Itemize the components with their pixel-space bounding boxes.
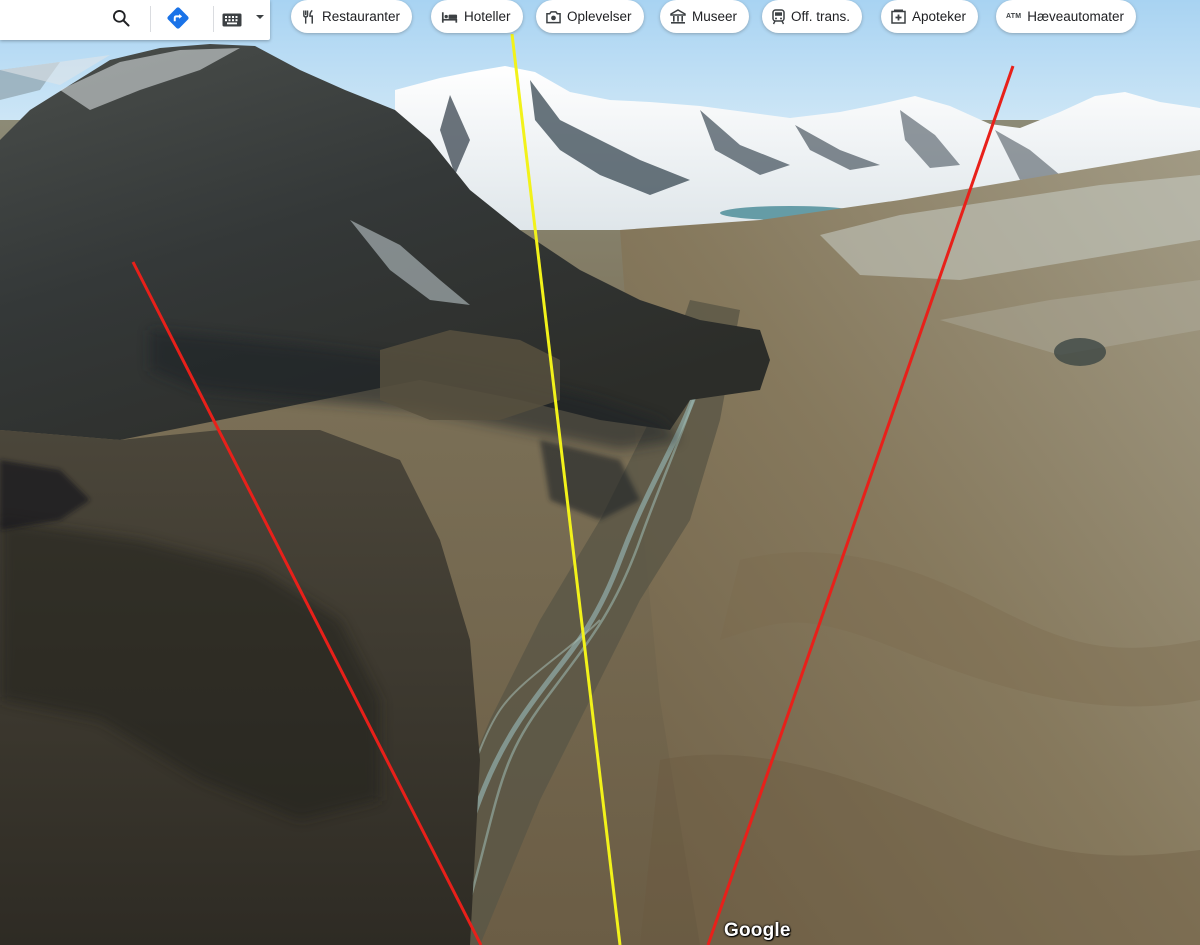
chip-label: Apoteker	[912, 9, 967, 24]
search-button[interactable]	[100, 0, 142, 36]
keyboard-dropdown-button[interactable]	[250, 0, 270, 34]
camera-icon	[546, 10, 561, 23]
chip-transit[interactable]: Off. trans.	[762, 0, 863, 33]
hotel-icon	[441, 11, 458, 23]
chip-label: Off. trans.	[791, 9, 851, 24]
chip-label: Oplevelser	[567, 9, 632, 24]
search-icon	[113, 10, 130, 27]
chip-label: Restauranter	[322, 9, 401, 24]
keyboard-button[interactable]	[215, 0, 249, 40]
toolbar-divider	[213, 6, 214, 32]
search-toolbar	[0, 0, 270, 40]
caret-down-icon	[256, 15, 264, 19]
museum-icon	[670, 9, 686, 24]
directions-button[interactable]	[158, 0, 198, 36]
chip-atms[interactable]: ATM Hæveautomater	[996, 0, 1137, 33]
chip-pharmacies[interactable]: Apoteker	[881, 0, 979, 33]
toolbar-divider	[150, 6, 151, 32]
chip-label: Hoteller	[464, 9, 511, 24]
chip-hotels[interactable]: Hoteller	[431, 0, 523, 33]
chip-museums[interactable]: Museer	[660, 0, 750, 33]
chip-experiences[interactable]: Oplevelser	[536, 0, 644, 33]
chip-restaurants[interactable]: Restauranter	[291, 0, 413, 33]
directions-icon	[167, 7, 189, 29]
chip-label: Hæveautomater	[1027, 9, 1125, 24]
restaurant-icon	[303, 9, 313, 24]
google-attribution: Google	[724, 920, 791, 941]
terrain-3d-view[interactable]	[0, 0, 1200, 945]
chip-label: Museer	[692, 9, 738, 24]
pharmacy-icon	[891, 9, 906, 24]
transit-icon	[772, 8, 785, 24]
keyboard-icon	[222, 13, 242, 27]
atm-icon: ATM	[1006, 13, 1022, 20]
